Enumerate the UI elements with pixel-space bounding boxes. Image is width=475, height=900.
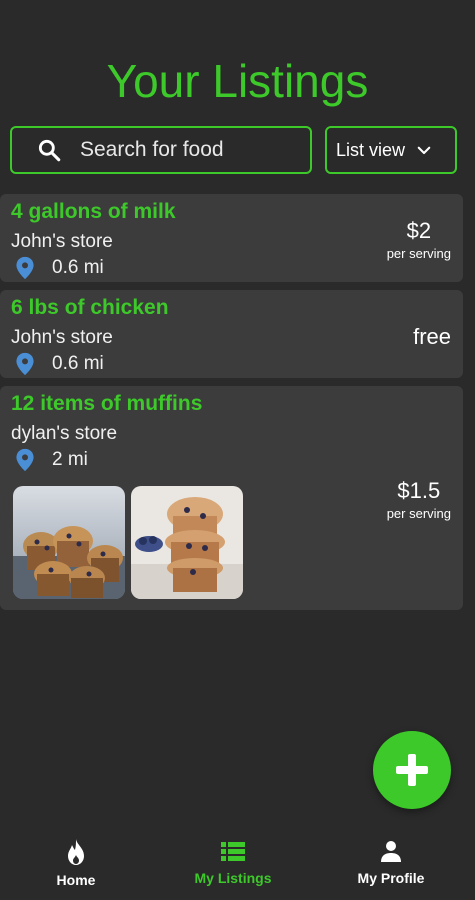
listing-card[interactable]: 12 items of muffins dylan's store 2 mi $… [0, 386, 463, 610]
person-icon [381, 841, 401, 862]
plus-icon [396, 754, 428, 786]
listing-store: John's store [11, 327, 113, 348]
listing-store: dylan's store [11, 423, 118, 444]
listing-price: $1.5 per serving [387, 478, 451, 521]
muffin-photo[interactable] [13, 486, 125, 599]
listing-price: free [413, 324, 451, 349]
location-pin-icon [16, 352, 34, 376]
distance-text: 2 mi [52, 449, 88, 470]
flame-icon [68, 839, 84, 865]
distance-text: 0.6 mi [52, 257, 104, 278]
nav-home[interactable]: Home [11, 838, 141, 888]
location-pin-icon [16, 448, 34, 472]
list-icon [221, 842, 245, 861]
price-amount: $1.5 [397, 478, 441, 503]
nav-my-listings-label: My Listings [194, 870, 272, 886]
search-icon [38, 139, 61, 162]
distance-text: 0.6 mi [52, 353, 104, 374]
listing-price: $2 per serving [387, 218, 451, 261]
listing-card[interactable]: 6 lbs of chicken John's store 0.6 mi fre… [0, 290, 463, 378]
listing-card[interactable]: 4 gallons of milk John's store 0.6 mi $2… [0, 194, 463, 282]
nav-my-profile-label: My Profile [357, 870, 425, 886]
search-placeholder: Search for food [80, 138, 224, 161]
page-title: Your Listings [106, 55, 369, 107]
nav-my-listings[interactable]: My Listings [168, 838, 298, 886]
listing-distance: 0.6 mi [14, 352, 104, 376]
price-unit: per serving [386, 246, 451, 261]
price-unit: per serving [386, 506, 451, 521]
price-amount: $2 [406, 218, 432, 243]
view-select-dropdown[interactable]: List view [325, 126, 457, 174]
listing-title: 6 lbs of chicken [11, 296, 169, 319]
listing-title: 4 gallons of milk [11, 200, 176, 223]
listing-distance: 0.6 mi [14, 256, 104, 280]
view-select-value: List view [336, 139, 406, 160]
nav-my-profile[interactable]: My Profile [326, 838, 456, 886]
nav-home-label: Home [56, 872, 96, 888]
chevron-down-icon [417, 146, 431, 155]
listing-distance: 2 mi [14, 448, 88, 472]
add-listing-button[interactable] [373, 731, 451, 809]
location-pin-icon [16, 256, 34, 280]
listing-title: 12 items of muffins [11, 392, 203, 415]
muffin-photo[interactable] [131, 486, 243, 599]
listing-store: John's store [11, 231, 113, 252]
bottom-nav: Home My Listings My Profile [0, 830, 475, 900]
search-input[interactable]: Search for food [10, 126, 312, 174]
